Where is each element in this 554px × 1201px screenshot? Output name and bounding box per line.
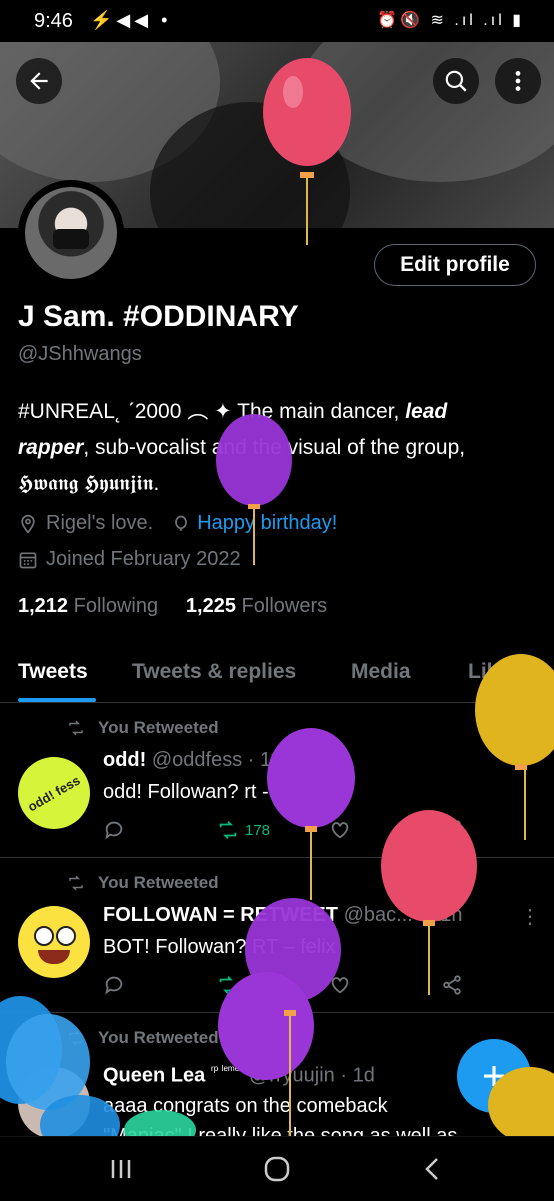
birthday-balloons <box>0 58 554 1155</box>
home-icon <box>264 1156 290 1182</box>
android-nav-bar <box>0 1136 554 1201</box>
recent-apps-button[interactable] <box>106 1157 136 1181</box>
chevron-left-icon <box>425 1158 438 1180</box>
balloon-icon <box>381 810 477 995</box>
balloon-icon <box>267 728 355 900</box>
home-button[interactable] <box>262 1155 292 1183</box>
balloon-icon <box>263 58 351 245</box>
back-nav-button[interactable] <box>418 1155 448 1183</box>
balloon-icon <box>475 654 554 840</box>
balloon-icon <box>0 996 120 1155</box>
recent-apps-icon <box>111 1160 131 1178</box>
balloon-icon <box>488 1067 554 1143</box>
balloon-icon <box>216 414 292 565</box>
balloon-icon <box>218 972 314 1136</box>
